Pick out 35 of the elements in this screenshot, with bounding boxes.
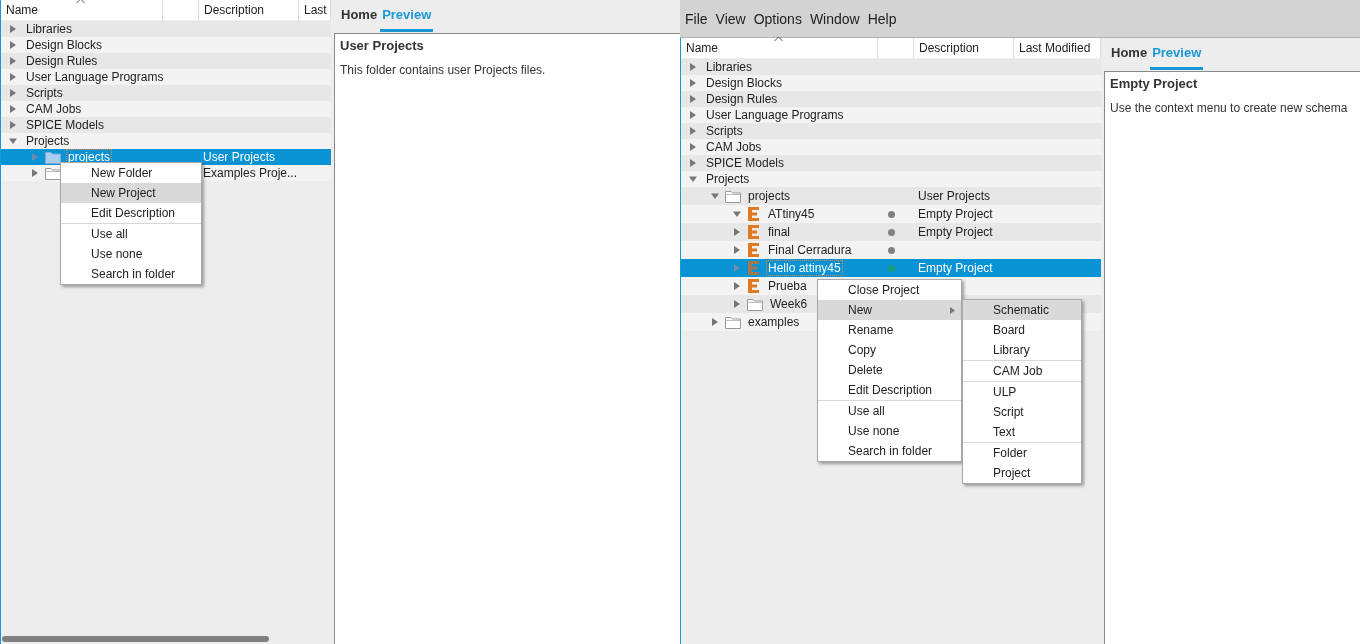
item-description: User Projects: [918, 189, 991, 203]
item-name: Design Blocks: [25, 38, 104, 52]
item-name: Libraries: [705, 60, 754, 74]
item-name: CAM Jobs: [705, 140, 763, 154]
item-name: Scripts: [25, 86, 64, 100]
item-name: SPICE Models: [25, 118, 106, 132]
item-name: Hello attiny45: [767, 261, 842, 275]
item-name: projects: [747, 189, 792, 203]
item-name: CAM Jobs: [25, 102, 83, 116]
preview-text: Use the context menu to create new schema: [1110, 101, 1349, 115]
item-name: final: [767, 225, 791, 239]
item-name: SPICE Models: [705, 156, 786, 170]
item-name: projects: [67, 150, 112, 164]
preview-text: This folder contains user Projects files.: [340, 63, 547, 77]
item-description: Empty Project: [918, 207, 993, 221]
item-name: Projects: [25, 134, 71, 148]
preview-title: User Projects: [340, 38, 425, 53]
item-name: Projects: [705, 172, 751, 186]
item-name: Libraries: [25, 22, 74, 36]
item-name: examples: [747, 315, 801, 329]
item-name: Design Blocks: [705, 76, 784, 90]
item-name: Week6: [769, 297, 809, 311]
item-description: Examples Proje...: [203, 166, 298, 180]
item-name: User Language Programs: [705, 108, 845, 122]
item-description: User Projects: [203, 150, 276, 164]
preview-title: Empty Project: [1110, 76, 1199, 91]
item-name: Design Rules: [25, 54, 99, 68]
item-name: ATtiny45: [767, 207, 816, 221]
item-name: Scripts: [705, 124, 744, 138]
item-description: Empty Project: [918, 225, 993, 239]
item-name: User Language Programs: [25, 70, 165, 84]
item-name: Final Cerradura: [767, 243, 853, 257]
item-description: Empty Project: [918, 261, 993, 275]
item-name: Prueba: [767, 279, 808, 293]
item-name: Design Rules: [705, 92, 779, 106]
